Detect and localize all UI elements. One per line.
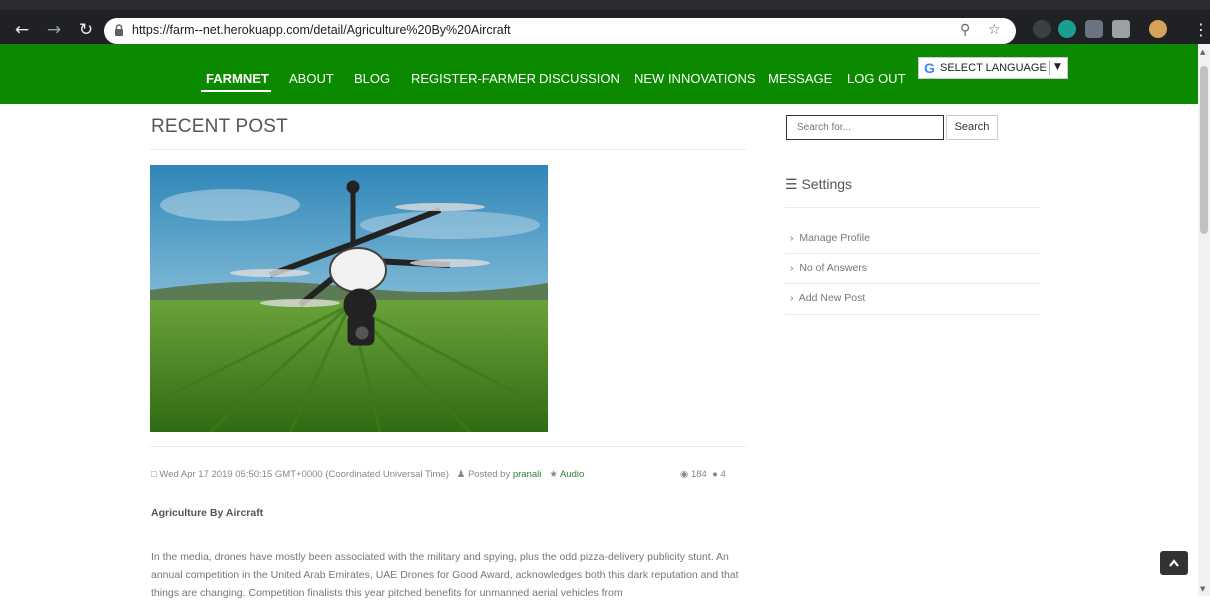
divider [150, 446, 746, 447]
nav-new-innovations[interactable]: NEW INNOVATIONS [634, 71, 756, 86]
sidebar-item-label: Add New Post [798, 292, 866, 304]
chevron-right-icon: › [790, 262, 794, 274]
language-divider [1049, 61, 1050, 75]
nav-blog[interactable]: BLOG [354, 71, 390, 86]
nav-register-farmer[interactable]: REGISTER-FARMER [411, 71, 536, 86]
eye-icon: ◉ [680, 469, 689, 480]
comment-count: 4 [720, 469, 726, 480]
site-navbar: FARMNET ABOUT BLOG REGISTER-FARMER DISCU… [0, 44, 1198, 104]
google-icon: G [924, 60, 935, 76]
sidebar-item-add-new-post[interactable]: › Add New Post [790, 292, 865, 304]
extension-icon[interactable] [1033, 20, 1051, 38]
search-input[interactable] [786, 115, 944, 140]
user-icon: ♟ [456, 469, 466, 480]
list-icon: ☰ [785, 176, 798, 192]
divider [785, 253, 1040, 254]
posted-by-label: Posted by [467, 469, 511, 480]
url-text[interactable]: https://farm--net.herokuapp.com/detail/A… [132, 23, 511, 37]
scrollbar-thumb[interactable] [1200, 66, 1208, 234]
author-link[interactable]: pranali [513, 469, 542, 480]
profile-avatar-icon[interactable] [1149, 20, 1167, 38]
nav-message[interactable]: MESSAGE [768, 71, 832, 86]
divider [785, 314, 1040, 315]
post-image [150, 165, 548, 432]
search-button[interactable]: Search [946, 115, 998, 140]
extension-m-icon[interactable] [1058, 20, 1076, 38]
address-bar[interactable]: https://farm--net.herokuapp.com/detail/A… [104, 18, 1016, 44]
post-title: Agriculture By Aircraft [151, 507, 264, 519]
post-stats: ◉ 184 ● 4 [680, 469, 726, 480]
nav-about[interactable]: ABOUT [289, 71, 334, 86]
chevron-right-icon: › [790, 292, 794, 304]
settings-title: Settings [801, 176, 853, 192]
language-label: SELECT LANGUAGE [940, 62, 1047, 74]
scroll-up-icon[interactable]: ▲ [1200, 48, 1205, 56]
language-selector[interactable]: G SELECT LANGUAGE ▼ [918, 57, 1068, 79]
sidebar-item-label: Manage Profile [799, 232, 870, 244]
shield-extension-icon[interactable] [1085, 20, 1103, 38]
active-nav-underline [201, 90, 271, 92]
menu-icon[interactable]: ⋮ [1193, 20, 1209, 39]
tag-link[interactable]: Audio [560, 469, 584, 480]
comment-icon: ● [712, 469, 718, 480]
zoom-icon[interactable]: ⚲ [960, 22, 970, 38]
back-to-top-button[interactable] [1160, 551, 1188, 575]
view-count: 184 [690, 469, 707, 480]
nav-discussion[interactable]: DISCUSSION [539, 71, 620, 86]
post-date: Wed Apr 17 2019 05:50:15 GMT+0000 (Coord… [159, 469, 449, 480]
nav-farmnet[interactable]: FARMNET [206, 71, 269, 86]
divider [785, 207, 1040, 208]
divider [785, 283, 1040, 284]
chevron-right-icon: › [790, 232, 794, 244]
star-icon[interactable]: ☆ [988, 22, 1001, 38]
sidebar-item-label: No of Answers [799, 262, 868, 274]
reload-icon[interactable]: ↻ [76, 20, 96, 40]
divider [150, 149, 746, 150]
tag-icon: ★ [549, 469, 558, 480]
back-icon[interactable]: ← [12, 20, 32, 40]
settings-heading: ☰ Settings [785, 176, 852, 193]
sidebar-item-no-of-answers[interactable]: › No of Answers [790, 262, 867, 274]
sidebar-item-manage-profile[interactable]: › Manage Profile [790, 232, 870, 244]
caret-down-icon: ▼ [1054, 62, 1061, 72]
chevron-up-icon [1169, 559, 1179, 567]
lock-icon [115, 24, 123, 36]
extension-square-icon[interactable] [1112, 20, 1130, 38]
tab-strip [0, 0, 1210, 10]
post-meta: □ Wed Apr 17 2019 05:50:15 GMT+0000 (Coo… [151, 469, 584, 480]
scroll-down-icon[interactable]: ▼ [1200, 585, 1205, 593]
page-title: RECENT POST [151, 116, 288, 137]
calendar-icon: □ [151, 469, 157, 480]
browser-chrome: ← → ↻ https://farm--net.herokuapp.com/de… [0, 0, 1210, 44]
post-body: In the media, drones have mostly been as… [151, 551, 739, 599]
nav-log-out[interactable]: LOG OUT [847, 71, 906, 86]
forward-icon[interactable]: → [44, 20, 64, 40]
